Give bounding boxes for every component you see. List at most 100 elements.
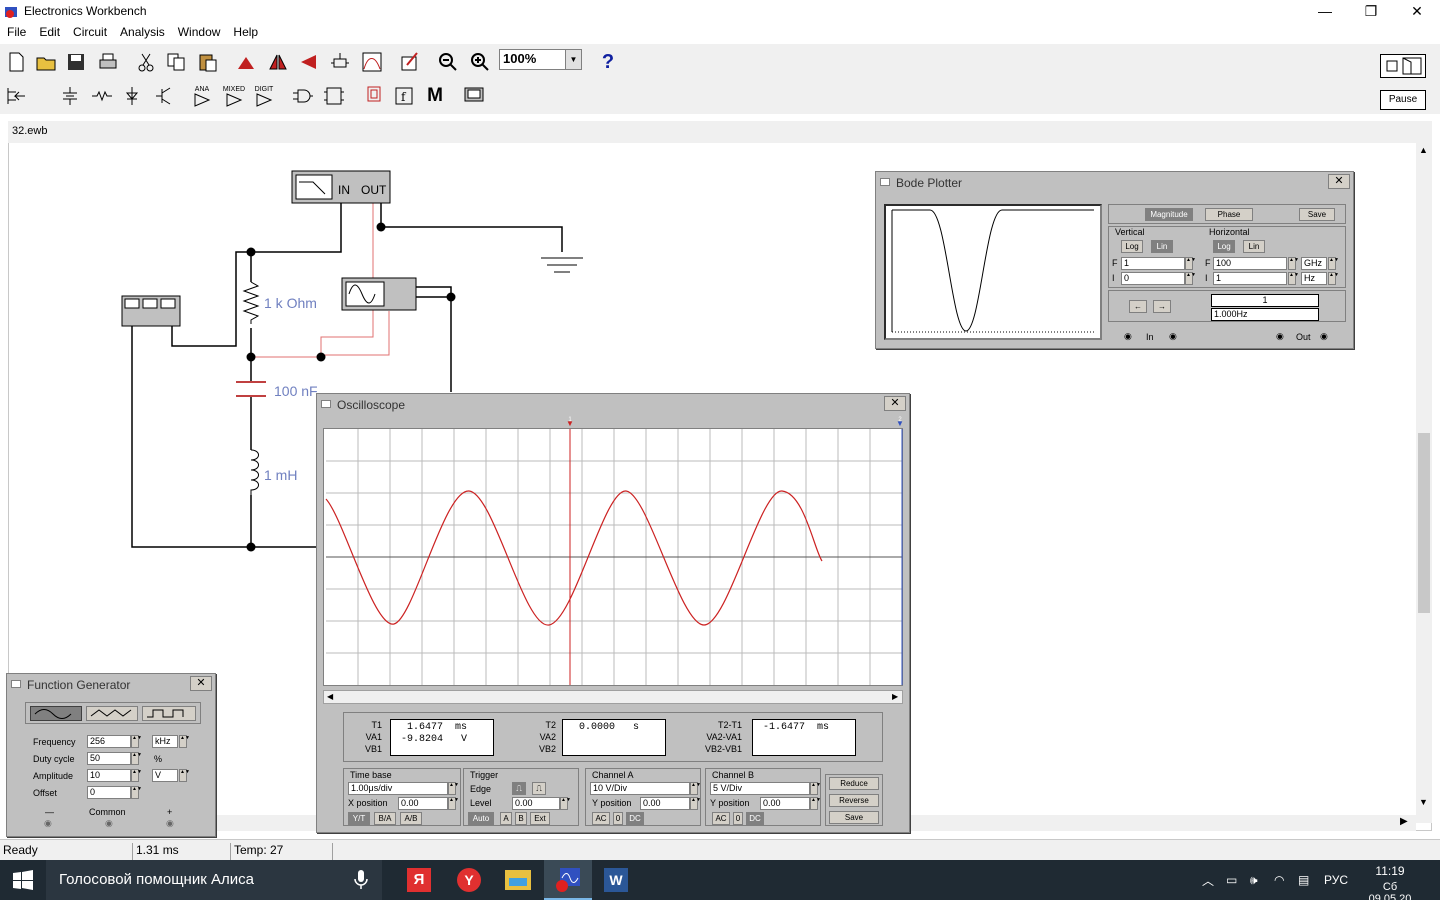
channel-a-input[interactable]: 10 V/Div <box>590 782 690 795</box>
oscilloscope-scrollbar[interactable]: ◀ ▶ <box>323 690 903 704</box>
oscilloscope-screen[interactable] <box>323 428 903 686</box>
auto-trigger-button[interactable]: Auto <box>468 812 494 825</box>
channel-a-y-position-spinner[interactable]: ▲▼ <box>690 797 701 810</box>
out-terminal-icon[interactable]: ◉ <box>1276 331 1284 342</box>
word-icon[interactable]: W <box>604 868 628 892</box>
phase-button[interactable]: Phase <box>1205 208 1253 221</box>
in-terminal-2-icon[interactable]: ◉ <box>1169 331 1177 342</box>
rising-edge-icon[interactable]: ⎍ <box>512 782 526 795</box>
channel-b-dc-button[interactable]: DC <box>746 812 764 825</box>
scroll-right-icon[interactable]: ▶ <box>892 692 898 701</box>
wifi-icon[interactable]: ◠ <box>1274 860 1284 900</box>
triangle-wave-button[interactable] <box>86 706 138 721</box>
plus-terminal-icon[interactable]: ◉ <box>166 818 174 829</box>
frequency-unit-spinner[interactable]: ▲▼ <box>179 735 190 748</box>
yandex-icon[interactable]: Я <box>407 868 431 892</box>
trigger-a-button[interactable]: A <box>500 812 512 825</box>
channel-a-y-position-input[interactable]: 0.00 <box>640 797 690 810</box>
channel-b-ac-button[interactable]: AC <box>712 812 730 825</box>
windows-start-icon[interactable] <box>12 870 34 890</box>
channel-a-spinner[interactable]: ▲▼ <box>690 782 701 795</box>
close-icon[interactable]: ✕ <box>1328 174 1350 189</box>
horizontal-initial-unit-spinner[interactable]: ▲▼ <box>1328 272 1339 285</box>
bode-save-button[interactable]: Save <box>1299 208 1335 221</box>
duty-cycle-input[interactable]: 50 <box>87 752 131 765</box>
amplitude-unit[interactable]: V <box>152 769 178 782</box>
offset-spinner[interactable]: ▲▼ <box>131 786 142 799</box>
search-box[interactable]: Голосовой помощник Алиса <box>46 860 382 900</box>
time-base-spinner[interactable]: ▲▼ <box>448 782 459 795</box>
frequency-spinner[interactable]: ▲▼ <box>131 735 142 748</box>
oscilloscope-save-button[interactable]: Save <box>829 811 879 824</box>
yandex-browser-icon[interactable]: Y <box>457 868 481 892</box>
file-explorer-icon[interactable] <box>505 870 531 890</box>
trigger-b-button[interactable]: B <box>515 812 527 825</box>
vertical-log-button[interactable]: Log <box>1121 240 1143 253</box>
frequency-unit[interactable]: kHz <box>152 735 178 748</box>
clock-date[interactable]: Сб 09.05.20 <box>1360 881 1420 900</box>
horizontal-lin-button[interactable]: Lin <box>1243 240 1265 253</box>
horizontal-log-button[interactable]: Log <box>1213 240 1235 253</box>
offset-input[interactable]: 0 <box>87 786 131 799</box>
magnitude-button[interactable]: Magnitude <box>1145 208 1193 221</box>
function-generator-window[interactable]: Function Generator ✕ Frequency 256 ▲▼ kH… <box>6 673 216 837</box>
microphone-icon[interactable] <box>354 870 368 890</box>
channel-b-input[interactable]: 5 V/Div <box>710 782 810 795</box>
horizontal-final-spinner[interactable]: ▲▼ <box>1288 257 1299 270</box>
in-terminal-icon[interactable]: ◉ <box>1124 331 1132 342</box>
channel-a-ac-button[interactable]: AC <box>592 812 610 825</box>
amplitude-spinner[interactable]: ▲▼ <box>131 769 142 782</box>
reduce-button[interactable]: Reduce <box>829 777 879 790</box>
channel-a-zero-button[interactable]: 0 <box>613 812 623 825</box>
horizontal-final-unit-spinner[interactable]: ▲▼ <box>1328 257 1339 270</box>
ab-button[interactable]: A/B <box>400 812 422 825</box>
close-icon[interactable]: ✕ <box>190 676 212 691</box>
amplitude-input[interactable]: 10 <box>87 769 131 782</box>
x-position-spinner[interactable]: ▲▼ <box>448 797 459 810</box>
vertical-lin-button[interactable]: Lin <box>1151 240 1173 253</box>
language-indicator[interactable]: РУС <box>1324 860 1348 900</box>
vertical-initial-input[interactable]: 0 <box>1121 272 1185 285</box>
x-position-input[interactable]: 0.00 <box>398 797 448 810</box>
workbench-taskbar-button[interactable] <box>544 860 592 900</box>
minus-terminal-icon[interactable]: ◉ <box>44 818 52 829</box>
horizontal-final-unit[interactable]: GHz <box>1301 257 1327 270</box>
reverse-button[interactable]: Reverse <box>829 794 879 807</box>
time-base-input[interactable]: 1.00μs/div <box>348 782 448 795</box>
channel-b-y-position-spinner[interactable]: ▲▼ <box>810 797 821 810</box>
channel-b-y-position-input[interactable]: 0.00 <box>760 797 810 810</box>
bode-plotter-window[interactable]: Bode Plotter ✕ Magnitude Phase Save Vert… <box>875 171 1354 349</box>
level-input[interactable]: 0.00 <box>512 797 560 810</box>
channel-a-dc-button[interactable]: DC <box>626 812 644 825</box>
channel-b-spinner[interactable]: ▲▼ <box>810 782 821 795</box>
vertical-final-input[interactable]: 1 <box>1121 257 1185 270</box>
vertical-final-spinner[interactable]: ▲▼ <box>1185 257 1196 270</box>
cursor-right-button[interactable]: → <box>1153 300 1171 313</box>
common-terminal-icon[interactable]: ◉ <box>105 818 113 829</box>
frequency-input[interactable]: 256 <box>87 735 131 748</box>
notifications-icon[interactable]: ▤ <box>1298 860 1309 900</box>
square-wave-button[interactable] <box>142 706 196 721</box>
horizontal-initial-spinner[interactable]: ▲▼ <box>1288 272 1299 285</box>
channel-b-zero-button[interactable]: 0 <box>733 812 743 825</box>
cursor-left-button[interactable]: ← <box>1129 300 1147 313</box>
horizontal-initial-unit[interactable]: Hz <box>1301 272 1327 285</box>
yt-button[interactable]: Y/T <box>348 812 370 825</box>
level-spinner[interactable]: ▲▼ <box>560 797 571 810</box>
sine-wave-button[interactable] <box>30 706 82 721</box>
oscilloscope-window[interactable]: Oscilloscope ✕ ▼ ▼ 1 2 ◀ ▶ T1 VA1 VB1 1.… <box>316 393 910 833</box>
show-hidden-icons-icon[interactable]: ︿ <box>1202 860 1214 900</box>
volume-icon[interactable]: 🕪 <box>1250 860 1258 900</box>
vertical-initial-spinner[interactable]: ▲▼ <box>1185 272 1196 285</box>
out-terminal-2-icon[interactable]: ◉ <box>1320 331 1328 342</box>
ba-button[interactable]: B/A <box>374 812 396 825</box>
scroll-left-icon[interactable]: ◀ <box>327 692 333 701</box>
horizontal-final-input[interactable]: 100 <box>1213 257 1287 270</box>
amplitude-unit-spinner[interactable]: ▲▼ <box>179 769 190 782</box>
falling-edge-icon[interactable]: ⎍ <box>532 782 546 795</box>
horizontal-initial-input[interactable]: 1 <box>1213 272 1287 285</box>
close-icon[interactable]: ✕ <box>884 396 906 411</box>
clock-time[interactable]: 11:19 <box>1366 864 1414 878</box>
battery-icon[interactable]: ▭ <box>1226 860 1237 900</box>
trigger-ext-button[interactable]: Ext <box>530 812 550 825</box>
